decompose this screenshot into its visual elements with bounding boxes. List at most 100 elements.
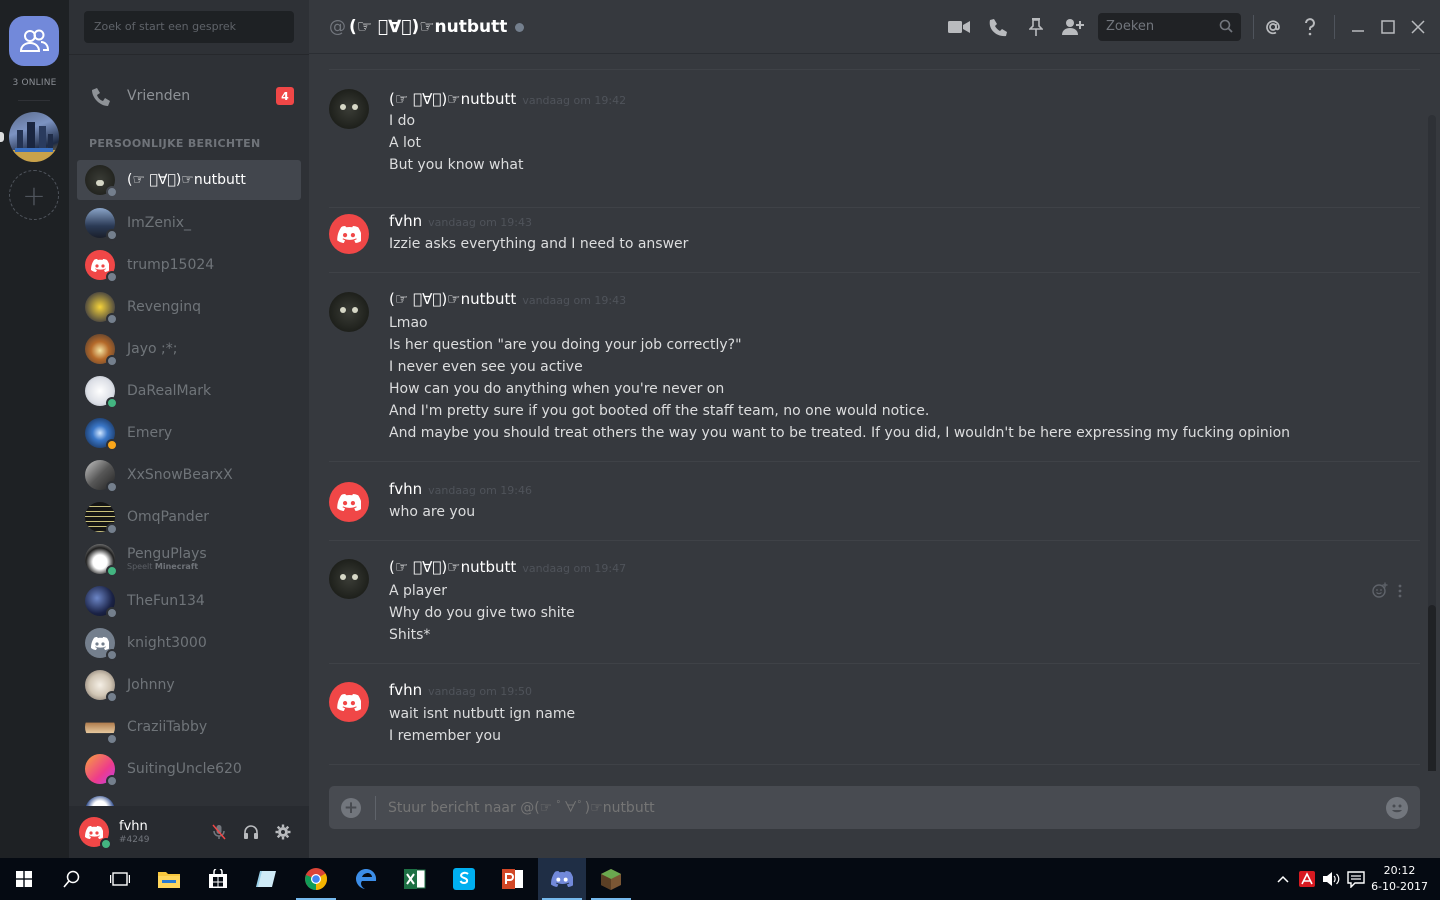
start-conversation-search[interactable]: Zoek of start een gesprek [84, 11, 294, 43]
message-author[interactable]: fvhn [389, 480, 422, 498]
avatar[interactable] [329, 214, 369, 254]
dm-item-penguplays[interactable]: PenguPlays Speelt Minecraft [77, 538, 301, 580]
dm-item-revenginq[interactable]: Revenginq [77, 286, 301, 328]
action-center-button[interactable] [1344, 858, 1368, 900]
dm-item-darealmark[interactable]: DaRealMark [77, 370, 301, 412]
emoji-picker-button[interactable] [1386, 796, 1408, 819]
message-author[interactable]: fvhn [389, 212, 422, 230]
message-author[interactable]: (☞ ﾟ∀ﾟ)☞nutbutt [389, 290, 516, 308]
avatar [85, 334, 118, 367]
friends-home-button[interactable] [9, 16, 59, 66]
header-divider [1253, 15, 1254, 39]
sidebar-divider [69, 54, 309, 55]
help-button[interactable] [1298, 15, 1322, 39]
question-mark-icon [1305, 18, 1315, 36]
avatar[interactable] [329, 682, 369, 722]
dm-item-emery[interactable]: Emery [77, 412, 301, 454]
message-group[interactable]: fvhn vandaag om 19:46 who are you [329, 462, 1420, 541]
avatar [85, 418, 118, 451]
discord-logo-icon [85, 825, 103, 839]
add-reaction-button[interactable] [1372, 582, 1388, 602]
message-group[interactable]: (☞ ﾟ∀ﾟ)☞nutbutt vandaag om 19:47 A player… [329, 541, 1420, 664]
dm-item-omqpander[interactable]: OmqPander [77, 496, 301, 538]
scrollbar-thumb[interactable] [1428, 605, 1436, 771]
close-window-button[interactable] [1406, 15, 1430, 39]
message-options-button[interactable] [1398, 583, 1402, 602]
message-group[interactable]: (☞ ﾟ∀ﾟ)☞nutbutt vandaag om 19:42 I do A l… [329, 70, 1420, 208]
task-view-button[interactable] [96, 858, 144, 900]
maximize-window-button[interactable] [1376, 15, 1400, 39]
status-offline-icon [106, 607, 118, 619]
user-avatar[interactable] [79, 817, 112, 850]
dm-item-xxsnowbearxx[interactable]: XxSnowBearxX [77, 454, 301, 496]
file-explorer-app[interactable] [145, 858, 193, 900]
message-input[interactable] [388, 799, 1386, 816]
voice-call-button[interactable] [986, 15, 1010, 39]
antivirus-tray-icon[interactable] [1296, 858, 1318, 900]
dm-item-jayo[interactable]: Jayo ;*; [77, 328, 301, 370]
pinned-messages-button[interactable] [1024, 15, 1048, 39]
minecraft-app[interactable] [587, 858, 635, 900]
show-hidden-icons-button[interactable] [1272, 858, 1294, 900]
add-reaction-icon [1372, 582, 1388, 598]
message-group[interactable]: fvhn vandaag om 19:43 Izzie asks everythi… [329, 208, 1420, 273]
avatar[interactable] [329, 482, 369, 522]
message-author[interactable]: (☞ ﾟ∀ﾟ)☞nutbutt [389, 90, 516, 108]
message-search-input[interactable]: Zoeken [1098, 13, 1241, 41]
search-placeholder: Zoeken [1106, 19, 1155, 34]
taskbar-clock[interactable]: 20:12 6-10-2017 [1371, 863, 1428, 895]
skype-app[interactable] [440, 858, 488, 900]
avatar [85, 712, 118, 745]
add-server-button[interactable]: + [9, 170, 59, 220]
mute-button[interactable] [209, 822, 229, 842]
start-button[interactable] [0, 858, 48, 900]
composer-divider [375, 795, 376, 820]
message-composer: + [329, 786, 1420, 829]
dm-item-trump15024[interactable]: trump15024 [77, 244, 301, 286]
dm-activity: Speelt Minecraft [127, 562, 198, 571]
deafen-button[interactable] [241, 822, 261, 842]
friends-nav-item[interactable]: Vrienden 4 [77, 76, 301, 116]
dm-name: OmqPander [127, 509, 210, 525]
chrome-app[interactable] [292, 858, 340, 900]
notes-app[interactable] [243, 858, 291, 900]
dm-item-suitinguncle620[interactable]: SuitingUncle620 [77, 748, 301, 790]
excel-app[interactable] [391, 858, 439, 900]
video-call-button[interactable] [947, 15, 971, 39]
message-author[interactable]: fvhn [389, 681, 422, 699]
store-app[interactable] [194, 858, 242, 900]
edge-icon [356, 869, 377, 889]
powerpoint-app[interactable] [489, 858, 537, 900]
dm-item-craziitabby[interactable]: CraziiTabby [77, 706, 301, 748]
volume-tray-icon[interactable] [1320, 858, 1342, 900]
avatar[interactable] [329, 292, 369, 332]
avatar[interactable] [329, 559, 369, 599]
server-icon[interactable] [9, 112, 59, 162]
dm-item-johnny[interactable]: Johnny [77, 664, 301, 706]
windows-taskbar: 20:12 6-10-2017 [0, 858, 1440, 900]
mentions-button[interactable] [1261, 15, 1285, 39]
upload-button[interactable]: + [341, 797, 361, 818]
taskbar-search-button[interactable] [48, 858, 96, 900]
message-scrollbar[interactable] [1428, 115, 1436, 771]
chrome-icon [305, 868, 327, 890]
avatar[interactable] [329, 89, 369, 129]
status-offline-icon [106, 186, 118, 198]
search-icon [1219, 19, 1233, 37]
add-friend-to-dm-button[interactable] [1061, 15, 1085, 39]
user-discriminator: #4249 [119, 835, 150, 845]
dm-name: CraziiTabby [127, 719, 208, 735]
minimize-window-button[interactable] [1346, 15, 1370, 39]
user-settings-button[interactable] [273, 822, 293, 842]
notification-icon [1347, 871, 1365, 888]
emoji-smile-icon [1392, 804, 1402, 812]
message-author[interactable]: (☞ ﾟ∀ﾟ)☞nutbutt [389, 558, 516, 576]
dm-item-knight3000[interactable]: knight3000 [77, 622, 301, 664]
dm-item-nutbutt[interactable]: (☞ ﾟ∀ﾟ)☞nutbutt [77, 160, 301, 200]
message-group[interactable]: (☞ ﾟ∀ﾟ)☞nutbutt vandaag om 19:43 Lmao Is … [329, 273, 1420, 462]
discord-app[interactable] [538, 858, 586, 900]
dm-item-imzenix[interactable]: ImZenix_ [77, 202, 301, 244]
edge-app[interactable] [342, 858, 390, 900]
dm-item-thefun134[interactable]: TheFun134 [77, 580, 301, 622]
message-group[interactable]: fvhn vandaag om 19:50 wait isnt nutbutt i… [329, 664, 1420, 765]
